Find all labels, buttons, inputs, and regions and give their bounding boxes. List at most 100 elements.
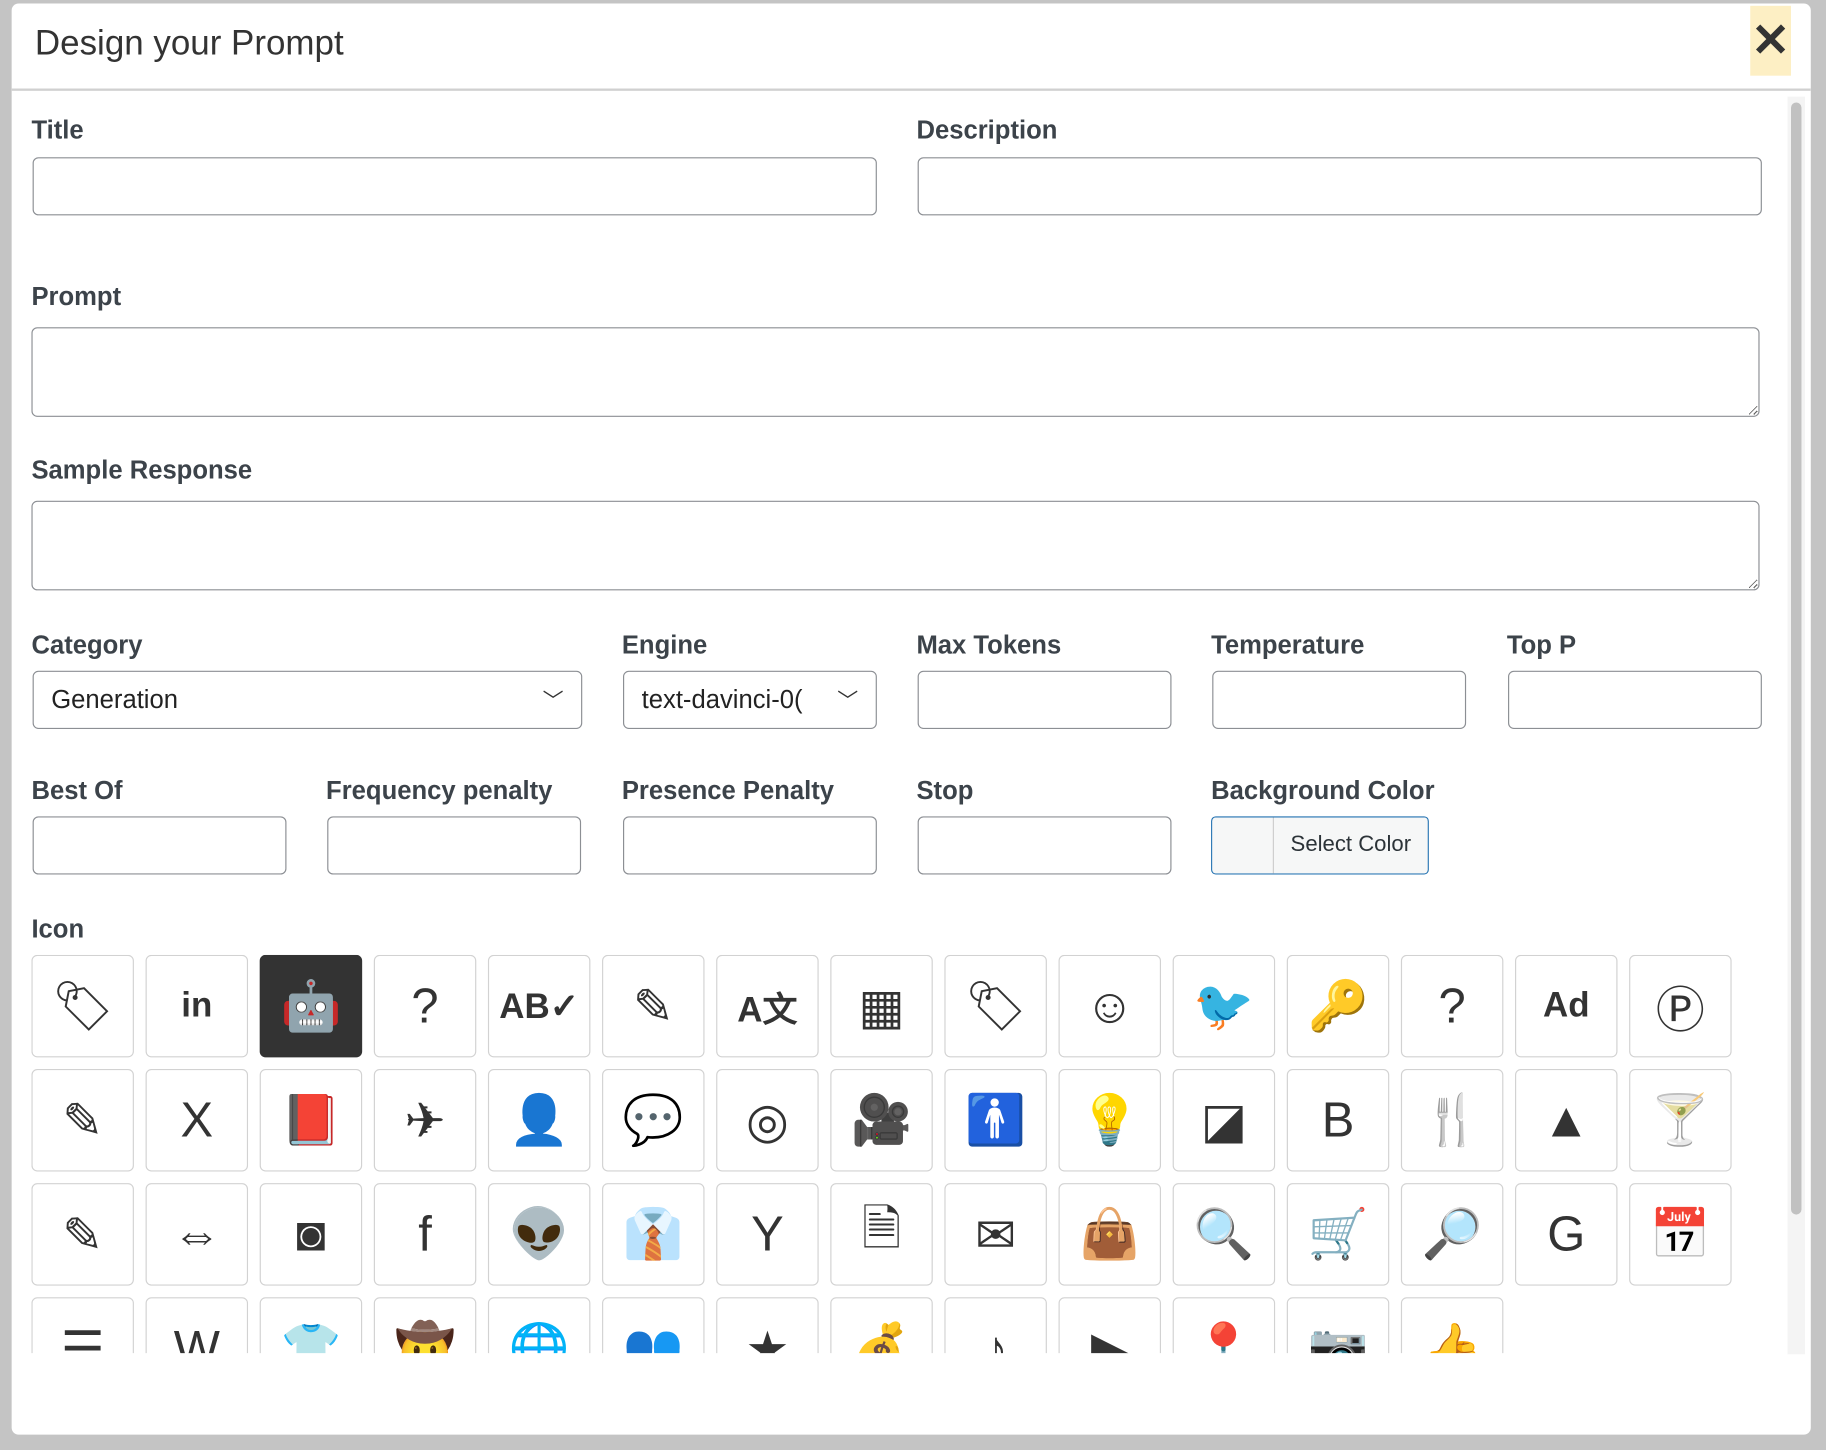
search-bolt-icon: 🔎: [1421, 1205, 1483, 1261]
best-of-label: Best Of: [31, 775, 123, 805]
icon-option-comment-dots[interactable]: 💬: [602, 1069, 705, 1172]
icon-option-address-book[interactable]: 👤: [487, 1069, 591, 1172]
icon-option-utensils[interactable]: 🍴: [1400, 1069, 1504, 1172]
icon-option-google[interactable]: G: [1515, 1183, 1618, 1286]
icon-option-facebook[interactable]: f: [373, 1183, 477, 1286]
google-icon: G: [1547, 1206, 1586, 1262]
icon-option-hat-cowboy[interactable]: 🤠: [373, 1297, 477, 1354]
engine-label: Engine: [621, 629, 708, 660]
icon-option-parking[interactable]: Ⓟ: [1629, 954, 1732, 1058]
icon-option-clipboard-question[interactable]: ?: [1400, 954, 1504, 1058]
pen-square-icon: ✎: [62, 1092, 104, 1148]
icon-option-edit[interactable]: ✎: [602, 954, 705, 1058]
icon-option-star[interactable]: ★: [716, 1297, 819, 1354]
description-input[interactable]: [917, 157, 1762, 216]
icon-option-twitter[interactable]: 🐦: [1172, 954, 1276, 1058]
icon-option-child[interactable]: 🚹: [944, 1069, 1047, 1172]
icon-option-search-dollar[interactable]: 🔍: [1172, 1183, 1276, 1286]
facebook-icon: f: [418, 1206, 432, 1262]
instagram-icon: ◙: [296, 1206, 326, 1262]
background-color-label: Background Color: [1211, 775, 1435, 805]
icon-option-people-arrows[interactable]: ⇔: [145, 1183, 249, 1286]
icon-option-user-tie[interactable]: 👔: [602, 1183, 705, 1286]
utensils-icon: 🍴: [1421, 1091, 1483, 1147]
category-label: Category: [31, 629, 143, 660]
engine-select[interactable]: text-davinci-0(﹀: [623, 670, 877, 729]
users-icon: 👥: [622, 1319, 684, 1354]
icon-option-instagram[interactable]: ◙: [259, 1183, 363, 1286]
icon-option-table[interactable]: ▦: [830, 954, 933, 1058]
icon-option-spell-check[interactable]: AB✓: [487, 954, 591, 1058]
icon-option-linkedin[interactable]: in: [145, 954, 249, 1058]
max-tokens-input[interactable]: [917, 670, 1172, 729]
icon-option-shopping-bag[interactable]: 👜: [1058, 1183, 1162, 1286]
icon-option-cocktail[interactable]: 🍸: [1629, 1069, 1732, 1172]
scrollbar[interactable]: [1787, 96, 1805, 1355]
star-icon: ★: [745, 1321, 790, 1354]
icon-option-lightbulb[interactable]: 💡: [1058, 1069, 1162, 1172]
prompt-textarea[interactable]: [31, 327, 1760, 417]
best-of-input[interactable]: [32, 816, 287, 875]
icon-option-envelope[interactable]: ✉: [944, 1183, 1047, 1286]
yahoo-icon: Y: [751, 1206, 784, 1262]
list-icon: ☰: [60, 1321, 105, 1354]
category-select[interactable]: Generation ﹀: [32, 670, 583, 729]
stop-input[interactable]: [917, 816, 1172, 875]
tshirt-icon: 👕: [280, 1319, 342, 1354]
icon-option-users[interactable]: 👥: [602, 1297, 705, 1354]
icon-option-money-bag[interactable]: 💰: [830, 1297, 933, 1354]
close-button[interactable]: ✕: [1750, 5, 1792, 76]
icon-option-plane[interactable]: ✈: [373, 1069, 477, 1172]
icon-option-language[interactable]: A文: [716, 954, 819, 1058]
icon-option-youtube[interactable]: ▶: [1058, 1297, 1162, 1354]
icon-option-file-excel[interactable]: X: [145, 1069, 249, 1172]
icon-option-search-bolt[interactable]: 🔎: [1400, 1183, 1504, 1286]
frequency-penalty-input[interactable]: [327, 816, 582, 875]
icon-option-calendar[interactable]: 📅: [1629, 1183, 1732, 1286]
icon-option-globe[interactable]: 🌐: [487, 1297, 591, 1354]
icon-option-wikipedia[interactable]: W: [145, 1297, 249, 1354]
presence-penalty-input[interactable]: [623, 816, 877, 875]
icon-option-road[interactable]: ▲: [1515, 1069, 1618, 1172]
icon-option-key[interactable]: 🔑: [1286, 954, 1390, 1058]
icon-option-tag[interactable]: 🏷: [31, 954, 134, 1058]
shopping-bag-icon: 👜: [1079, 1205, 1141, 1261]
edit-icon: ✎: [632, 978, 674, 1034]
icon-option-tag-2[interactable]: 🏷: [944, 954, 1047, 1058]
icon-option-file[interactable]: 🗎: [830, 1183, 933, 1286]
icon-option-shopping-cart[interactable]: 🛒: [1286, 1183, 1390, 1286]
icon-option-question-circle[interactable]: ?: [373, 954, 477, 1058]
select-color-button[interactable]: Select Color: [1211, 816, 1429, 875]
top-p-input[interactable]: [1508, 670, 1762, 729]
icon-option-video[interactable]: 🎥: [830, 1069, 933, 1172]
envelope-icon: ✉: [975, 1207, 1017, 1262]
ad-icon: Ad: [1542, 986, 1590, 1025]
icon-option-tshirt[interactable]: 👕: [259, 1297, 363, 1354]
icon-option-bullseye[interactable]: ◎: [716, 1069, 819, 1172]
tiktok-icon: ♪: [983, 1320, 1008, 1354]
scrollbar-thumb[interactable]: [1791, 102, 1802, 1215]
icon-option-yahoo[interactable]: Y: [716, 1183, 819, 1286]
icon-option-thumbs-up[interactable]: 👍: [1400, 1297, 1504, 1354]
icon-option-ad[interactable]: Ad: [1515, 954, 1618, 1058]
icon-option-tiktok[interactable]: ♪: [944, 1297, 1047, 1354]
parking-icon: Ⓟ: [1655, 982, 1705, 1037]
sample-response-textarea[interactable]: [31, 500, 1760, 591]
child-icon: 🚹: [965, 1091, 1027, 1147]
youtube-icon: ▶: [1090, 1321, 1129, 1354]
icon-option-reddit[interactable]: 👽: [487, 1183, 591, 1286]
title-input[interactable]: [32, 157, 877, 216]
icon-option-robot[interactable]: 🤖: [259, 954, 363, 1058]
icon-option-edit-2[interactable]: ✎: [31, 1183, 134, 1286]
icon-option-map-pin[interactable]: 📍: [1172, 1297, 1276, 1354]
icon-option-blogger[interactable]: B: [1286, 1069, 1390, 1172]
frequency-penalty-label: Frequency penalty: [326, 775, 553, 805]
icon-option-sticky-note[interactable]: ◪: [1172, 1069, 1276, 1172]
icon-option-list[interactable]: ☰: [31, 1297, 134, 1354]
temperature-input[interactable]: [1212, 670, 1467, 729]
icon-option-book[interactable]: 📕: [259, 1069, 363, 1172]
select-color-label: Select Color: [1273, 817, 1428, 874]
icon-option-smile[interactable]: ☺: [1058, 954, 1162, 1058]
icon-option-camera[interactable]: 📷: [1286, 1297, 1390, 1354]
icon-option-pen-square[interactable]: ✎: [31, 1069, 134, 1172]
